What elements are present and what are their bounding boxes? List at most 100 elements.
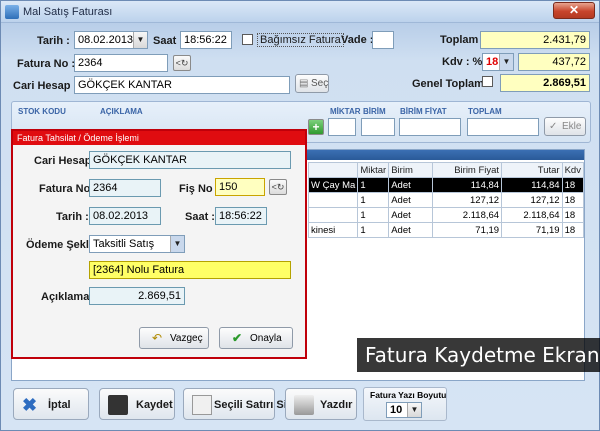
close-button[interactable]: ✕: [553, 2, 595, 19]
dlg-fis-no-field[interactable]: 150: [215, 178, 265, 196]
tarih-value: 08.02.2013: [78, 34, 134, 46]
cancel-icon: ✖: [22, 395, 38, 415]
birim-fiyat-label: BİRİM FİYAT: [400, 107, 447, 116]
birim-input[interactable]: [361, 118, 395, 136]
dlg-fis-no-label: Fiş No :: [179, 183, 220, 195]
iptal-label: İptal: [48, 399, 71, 411]
title-bar: Mal Satış Faturası ✕: [1, 1, 599, 23]
miktar-input[interactable]: [328, 118, 356, 136]
table-row[interactable]: 1 Adet 127,12 127,12 18: [307, 192, 585, 208]
row-fiyat: 114,84: [431, 177, 503, 193]
row-birim: Adet: [388, 192, 433, 208]
check-icon: ✓: [549, 121, 558, 132]
toplam-label: Toplam :: [440, 34, 486, 46]
font-size-label: Fatura Yazı Boyutu: [370, 390, 447, 400]
bagimsiz-label: Bağımsız Fatura: [257, 33, 344, 47]
invoice-window: Mal Satış Faturası ✕ Tarih : 08.02.2013 …: [0, 0, 600, 431]
tarih-label: Tarih :: [37, 35, 70, 47]
chevron-down-icon[interactable]: ▼: [407, 403, 421, 417]
row-tutar: 2.118,64: [501, 207, 563, 223]
yazdir-button[interactable]: Yazdır: [285, 388, 357, 420]
vazgec-button[interactable]: ↶ Vazgeç: [139, 327, 209, 349]
document-icon: ▤: [299, 78, 309, 89]
vade-label: Vade :: [341, 34, 374, 46]
col-miktar: Miktar: [357, 162, 390, 178]
ekle-button[interactable]: ✓ Ekle: [544, 117, 586, 136]
row-birim: Adet: [388, 207, 433, 223]
secili-sil-label: Seçili Satırı Sil: [214, 399, 290, 411]
row-birim: Adet: [388, 177, 433, 193]
fatura-no-label: Fatura No :: [17, 58, 76, 70]
row-kdv: 18: [561, 207, 585, 223]
col-birim-fiyat: Birim Fiyat: [431, 162, 503, 178]
col-kdv: Kdv: [561, 162, 585, 178]
col-tutar: Tutar: [501, 162, 563, 178]
row-kdv: 18: [561, 177, 585, 193]
row-desc: W Çay Ma: [307, 177, 359, 193]
sec-button[interactable]: ▤ Seç: [295, 74, 329, 93]
chevron-down-icon[interactable]: ▼: [499, 54, 513, 70]
tarih-field[interactable]: 08.02.2013 ▼: [74, 31, 148, 49]
dlg-cari-field: GÖKÇEK KANTAR: [89, 151, 291, 169]
kdv-rate-select[interactable]: 18 ▼: [482, 53, 514, 71]
payment-dialog: Fatura Tahsilat / Ödeme İşlemi Cari Hesa…: [11, 129, 307, 359]
undo-icon: ↶: [152, 331, 163, 345]
row-birim: Adet: [388, 222, 433, 238]
refresh-icon[interactable]: <↻: [269, 179, 287, 195]
genel-toplam-checkbox[interactable]: [482, 76, 493, 87]
window-title: Mal Satış Faturası: [23, 6, 113, 18]
row-desc: [307, 207, 359, 223]
birim-fiyat-input[interactable]: [399, 118, 461, 136]
row-fiyat: 71,19: [431, 222, 503, 238]
kdv-label: Kdv : %: [442, 56, 483, 68]
delete-row-icon: [192, 395, 212, 415]
iptal-button[interactable]: ✖ İptal: [13, 388, 89, 420]
dialog-title: Fatura Tahsilat / Ödeme İşlemi: [13, 131, 305, 145]
dlg-aciklama-field[interactable]: [2364] Nolu Fatura: [89, 261, 291, 279]
app-icon: [5, 5, 19, 19]
kaydet-label: Kaydet: [136, 399, 173, 411]
toplam-field: 2.431,79: [480, 31, 590, 49]
odeme-sekli-select[interactable]: Taksitli Satış ▼: [89, 235, 185, 253]
fatura-no-field[interactable]: 2364: [74, 54, 168, 72]
dlg-tutar-label: Açıklama :: [41, 291, 97, 303]
ekle-label: Ekle: [562, 121, 582, 132]
chevron-down-icon[interactable]: ▼: [170, 236, 184, 252]
row-miktar: 1: [357, 207, 390, 223]
font-size-value: 10: [390, 404, 403, 416]
vade-field[interactable]: [372, 31, 394, 49]
floppy-disk-icon: [108, 395, 128, 415]
table-row[interactable]: W Çay Ma 1 Adet 114,84 114,84 18: [307, 177, 585, 193]
saat-field[interactable]: 18:56:22: [180, 31, 232, 49]
cari-hesap-field[interactable]: GÖKÇEK KANTAR: [74, 76, 290, 94]
row-tutar: 71,19: [501, 222, 563, 238]
chevron-down-icon[interactable]: ▼: [133, 32, 147, 48]
row-fiyat: 127,12: [431, 192, 503, 208]
kdv-amount-field: 437,72: [518, 53, 590, 71]
row-miktar: 1: [357, 177, 390, 193]
stok-kodu-label: STOK KODU: [18, 107, 66, 116]
row-kdv: 18: [561, 222, 585, 238]
birim-label: BİRİM: [363, 107, 386, 116]
bagimsiz-checkbox[interactable]: [242, 34, 253, 45]
onayla-button[interactable]: ✔ Onayla: [219, 327, 293, 349]
onayla-label: Onayla: [250, 333, 282, 344]
secili-satiri-sil-button[interactable]: Seçili Satırı Sil: [183, 388, 290, 420]
row-desc: kinesi: [307, 222, 359, 238]
refresh-icon[interactable]: <↻: [173, 55, 191, 71]
printer-icon: [294, 395, 314, 415]
kdv-rate: 18: [486, 56, 499, 68]
genel-toplam-label: Genel Toplam :: [412, 78, 491, 90]
table-row[interactable]: 1 Adet 2.118,64 2.118,64 18: [307, 207, 585, 223]
add-plus-icon[interactable]: +: [308, 119, 324, 135]
row-kdv: 18: [561, 192, 585, 208]
dlg-saat-field: 18:56:22: [215, 207, 267, 225]
toplam-label-strip: TOPLAM: [468, 107, 502, 116]
dlg-tutar-field: 2.869,51: [89, 287, 185, 305]
font-size-group: Fatura Yazı Boyutu 10 ▼: [363, 387, 447, 421]
kaydet-button[interactable]: Kaydet: [99, 388, 175, 420]
table-row[interactable]: kinesi 1 Adet 71,19 71,19 18: [307, 222, 585, 238]
dlg-odeme-label: Ödeme Şekli :: [26, 239, 99, 251]
font-size-select[interactable]: 10 ▼: [386, 402, 422, 418]
toplam-input[interactable]: [467, 118, 539, 136]
